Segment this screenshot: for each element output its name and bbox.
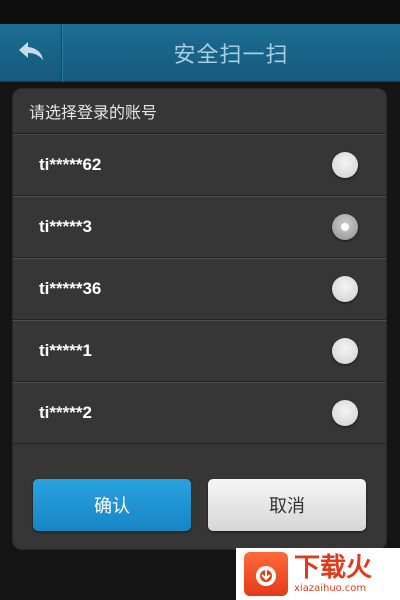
dialog-title: 请选择登录的账号 — [13, 89, 386, 134]
page-title: 安全扫一扫 — [173, 43, 289, 68]
radio-button[interactable] — [332, 152, 358, 178]
account-select-dialog: 请选择登录的账号 ti*****62 ti*****3 ti*****36 ti… — [12, 88, 387, 550]
cancel-button[interactable]: 取消 — [208, 479, 366, 531]
watermark: 下载火 xiazaihuo.com — [236, 548, 400, 600]
account-list: ti*****62 ti*****3 ti*****36 ti*****1 ti… — [13, 134, 386, 444]
account-label: ti*****2 — [39, 403, 92, 422]
account-label: ti*****1 — [39, 341, 92, 360]
watermark-site: xiazaihuo.com — [294, 583, 367, 594]
back-arrow-icon — [17, 40, 45, 66]
status-bar — [0, 0, 400, 24]
account-label: ti*****36 — [39, 279, 102, 298]
account-option[interactable]: ti*****36 — [13, 258, 386, 320]
account-label: ti*****62 — [39, 155, 102, 174]
account-option[interactable]: ti*****1 — [13, 320, 386, 382]
flame-logo-icon — [244, 552, 288, 596]
radio-button[interactable] — [332, 400, 358, 426]
account-option[interactable]: ti*****62 — [13, 134, 386, 196]
watermark-title: 下载火 — [294, 553, 373, 583]
back-button[interactable] — [0, 24, 62, 82]
title-bar: 安全扫一扫 — [0, 24, 400, 82]
radio-button[interactable] — [332, 338, 358, 364]
radio-button[interactable] — [332, 214, 358, 240]
account-label: ti*****3 — [39, 217, 92, 236]
account-option[interactable]: ti*****2 — [13, 382, 386, 444]
account-option[interactable]: ti*****3 — [13, 196, 386, 258]
confirm-button[interactable]: 确认 — [33, 479, 191, 531]
radio-button[interactable] — [332, 276, 358, 302]
